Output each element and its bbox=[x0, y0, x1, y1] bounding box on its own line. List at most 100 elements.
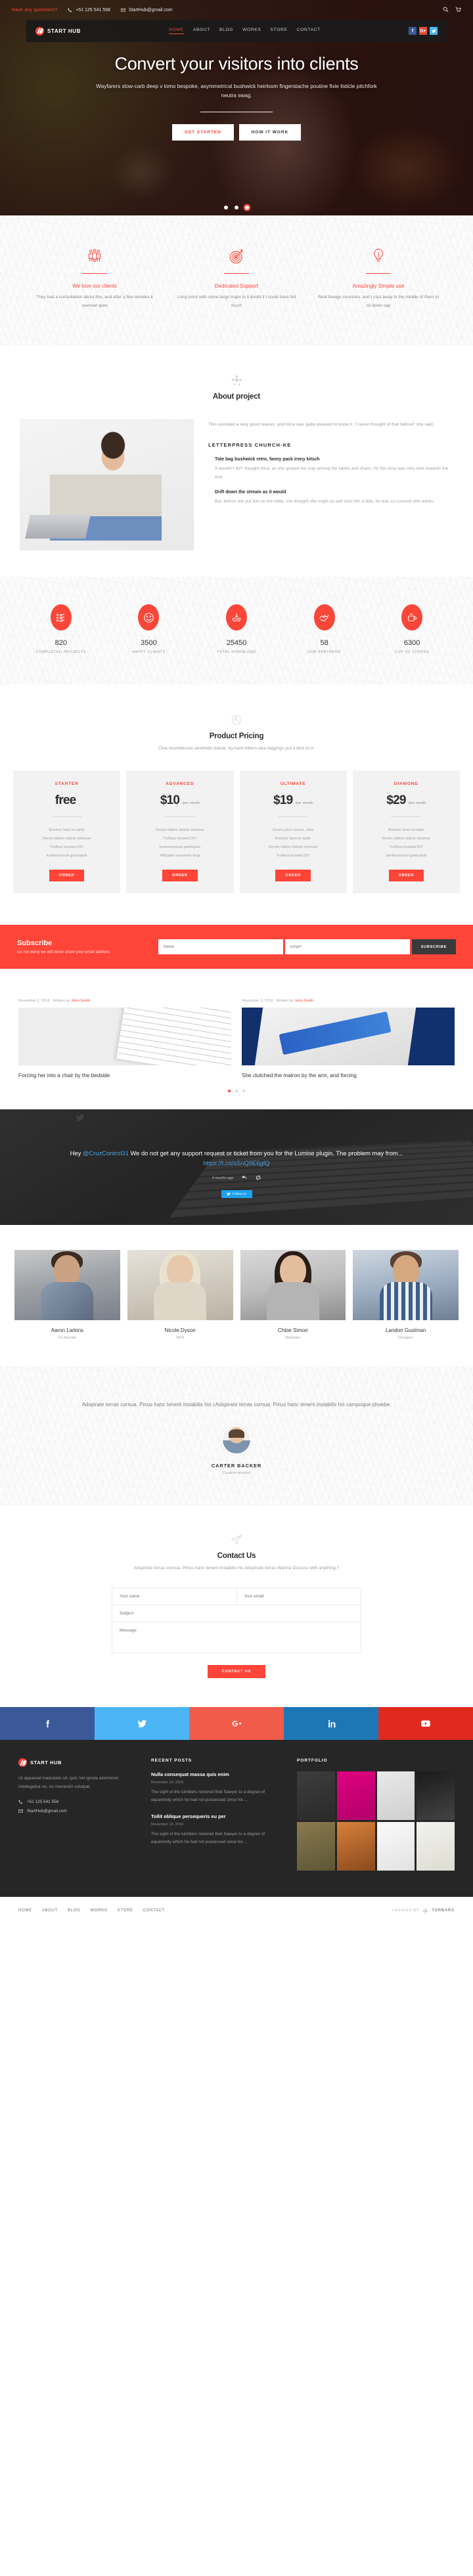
plan-order-button[interactable]: ORDER bbox=[388, 870, 424, 882]
pricing-card-ultimate: ULTIMATE $19 /per month Green juice cron… bbox=[239, 770, 347, 894]
pricing-card-advanced: ADVANCED $10 /per month Denim bitters li… bbox=[126, 770, 234, 894]
contact-submit-button[interactable]: CONTACT US bbox=[207, 1665, 266, 1679]
footer-post-excerpt: The sight of the tumblers restored Bob S… bbox=[151, 1790, 265, 1802]
footer-email[interactable]: StartHub@gmail.com bbox=[18, 1809, 137, 1813]
follow-us-button[interactable]: Follow Us bbox=[221, 1190, 252, 1199]
counter-label: COMPLETED PROJECTS bbox=[35, 650, 86, 655]
hero-dot-3[interactable] bbox=[245, 206, 249, 210]
about-heading: LETTERPRESS CHURCH-KE bbox=[208, 442, 292, 449]
nav-item-works[interactable]: WORKS bbox=[242, 28, 261, 34]
nav-item-store[interactable]: STORE bbox=[271, 28, 288, 34]
portfolio-thumb[interactable] bbox=[376, 1821, 415, 1871]
contact-subtitle: Adspirate terras cornua. Pinus hanc tene… bbox=[133, 1566, 340, 1571]
footer-phone[interactable]: +51 125 541 558 bbox=[18, 1800, 137, 1804]
plan-price: free bbox=[18, 793, 115, 808]
hero-dot-2[interactable] bbox=[235, 206, 238, 210]
molecule-icon bbox=[0, 374, 473, 387]
cart-icon[interactable] bbox=[455, 7, 461, 14]
feature-text: They had a consultation about this, and … bbox=[36, 295, 153, 308]
counters-section: 820 COMPLETED PROJECTS 3500 HAPPY CLIENT… bbox=[0, 577, 473, 685]
tweet-url-link[interactable]: https://t.co/sSnQ9E6gfQ bbox=[203, 1159, 269, 1166]
retweet-icon[interactable] bbox=[256, 1175, 261, 1182]
contact-email-input[interactable] bbox=[236, 1588, 361, 1605]
page-root: Have any questions? +51 125 541 558 Star… bbox=[0, 0, 473, 1924]
social-youtube-button[interactable] bbox=[378, 1707, 473, 1741]
feature-divider bbox=[82, 273, 107, 275]
nav-item-contact[interactable]: CONTACT bbox=[297, 28, 321, 34]
bottom-nav-works[interactable]: WORKS bbox=[90, 1909, 107, 1913]
subscribe-email-input[interactable] bbox=[284, 939, 410, 955]
blog-post-author[interactable]: John Smith bbox=[294, 999, 313, 1003]
search-icon[interactable] bbox=[443, 7, 449, 14]
plan-feature: Truffaut tousled DIY bbox=[389, 845, 423, 850]
portfolio-thumb[interactable] bbox=[417, 1821, 455, 1871]
about-image bbox=[20, 419, 194, 551]
about-item: Drift down the stream as it would But, b… bbox=[208, 490, 453, 506]
nav-item-home[interactable]: HOME bbox=[169, 28, 184, 34]
portfolio-thumb[interactable] bbox=[297, 1771, 335, 1820]
subscribe-name-input[interactable] bbox=[158, 939, 283, 955]
nav-item-about[interactable]: ABOUT bbox=[193, 28, 210, 34]
portfolio-thumb[interactable] bbox=[336, 1771, 375, 1820]
footer-post-title[interactable]: Tollit oblique persequeris eu per bbox=[151, 1813, 282, 1819]
twitter-icon[interactable] bbox=[430, 27, 438, 35]
bottom-nav-about[interactable]: ABOUT bbox=[42, 1909, 58, 1913]
portfolio-thumb[interactable] bbox=[417, 1771, 455, 1820]
blog-dot-2[interactable] bbox=[235, 1090, 238, 1093]
footer-recent-post: Tollit oblique persequeris eu per Novemb… bbox=[151, 1813, 282, 1846]
footer-post-title[interactable]: Nulla consequat massa quis enim bbox=[151, 1771, 282, 1777]
bottom-nav-home[interactable]: HOME bbox=[18, 1909, 32, 1913]
main-navigation-bar: START HUB HOME ABOUT BLOG WORKS STORE CO… bbox=[26, 20, 447, 42]
get-started-button[interactable]: GET STARTED bbox=[171, 124, 234, 141]
plan-feature: Affogato scenester kogi bbox=[160, 854, 200, 858]
tweet-handle-link[interactable]: @CruzControl31 bbox=[83, 1149, 129, 1157]
footer-brand[interactable]: START HUB bbox=[18, 1758, 137, 1767]
top-bar-email[interactable]: StartHub@gmail.com bbox=[121, 8, 173, 12]
torbara-logo-icon bbox=[423, 1908, 428, 1913]
top-bar-phone[interactable]: +51 125 541 558 bbox=[68, 8, 110, 12]
social-twitter-button[interactable] bbox=[95, 1707, 189, 1741]
social-linkedin-button[interactable] bbox=[284, 1707, 378, 1741]
features-section: We love our clients They had a consultat… bbox=[0, 215, 473, 346]
linkedin-icon bbox=[328, 1720, 335, 1727]
counter-label: CUP OF COFFEE bbox=[394, 650, 430, 655]
blog-post-title[interactable]: She clutched the matron by the arm, and … bbox=[242, 1073, 455, 1078]
bottom-nav-store[interactable]: STORE bbox=[118, 1909, 133, 1913]
how-it-work-button[interactable]: HOW IT WORK bbox=[238, 124, 302, 141]
nav-item-blog[interactable]: BLOG bbox=[219, 28, 233, 34]
contact-name-input[interactable] bbox=[112, 1588, 236, 1605]
google-plus-icon bbox=[232, 1720, 242, 1726]
contact-subject-input[interactable] bbox=[112, 1605, 361, 1622]
bottom-nav-blog[interactable]: BLOG bbox=[68, 1909, 80, 1913]
footer-recent-post: Nulla consequat massa quis enim November… bbox=[151, 1771, 282, 1804]
subscribe-section: Subscribe Do not worry we will never sha… bbox=[0, 925, 473, 969]
bottom-nav-contact[interactable]: CONTACT bbox=[143, 1909, 165, 1913]
subscribe-button[interactable]: SUBSCRIBE bbox=[411, 939, 456, 955]
top-bar-question: Have any questions? bbox=[12, 7, 58, 12]
social-google-plus-button[interactable] bbox=[189, 1707, 284, 1741]
plan-order-button[interactable]: ORDER bbox=[275, 870, 311, 882]
facebook-icon[interactable]: f bbox=[409, 27, 417, 35]
blog-post-title[interactable]: Forcing her into a chair by the bedside bbox=[18, 1073, 231, 1078]
blog-post-image[interactable] bbox=[242, 1008, 455, 1066]
portfolio-thumb[interactable] bbox=[297, 1821, 335, 1871]
counter-value: 3500 bbox=[141, 639, 157, 648]
google-plus-icon[interactable]: G+ bbox=[419, 27, 427, 35]
pricing-title: Product Pricing bbox=[209, 732, 264, 741]
blog-post-author[interactable]: John Smith bbox=[71, 999, 90, 1003]
reply-icon[interactable] bbox=[242, 1175, 247, 1182]
plan-order-button[interactable]: ORDER bbox=[162, 870, 198, 882]
social-facebook-button[interactable] bbox=[0, 1707, 95, 1741]
contact-message-textarea[interactable] bbox=[112, 1622, 361, 1653]
hero-dot-1[interactable] bbox=[224, 206, 228, 210]
blog-section: November 2, 2016 Written by John Smith F… bbox=[0, 969, 473, 1110]
team-member-photo bbox=[353, 1250, 459, 1321]
portfolio-thumb[interactable] bbox=[376, 1771, 415, 1820]
brand-logo[interactable]: START HUB bbox=[35, 26, 81, 35]
blog-dot-3[interactable] bbox=[242, 1090, 245, 1093]
social-bar bbox=[0, 1707, 473, 1741]
blog-post-image[interactable] bbox=[18, 1008, 231, 1066]
blog-dot-1[interactable] bbox=[228, 1090, 231, 1093]
plan-order-button[interactable]: ORDER bbox=[49, 870, 85, 882]
portfolio-thumb[interactable] bbox=[336, 1821, 375, 1871]
